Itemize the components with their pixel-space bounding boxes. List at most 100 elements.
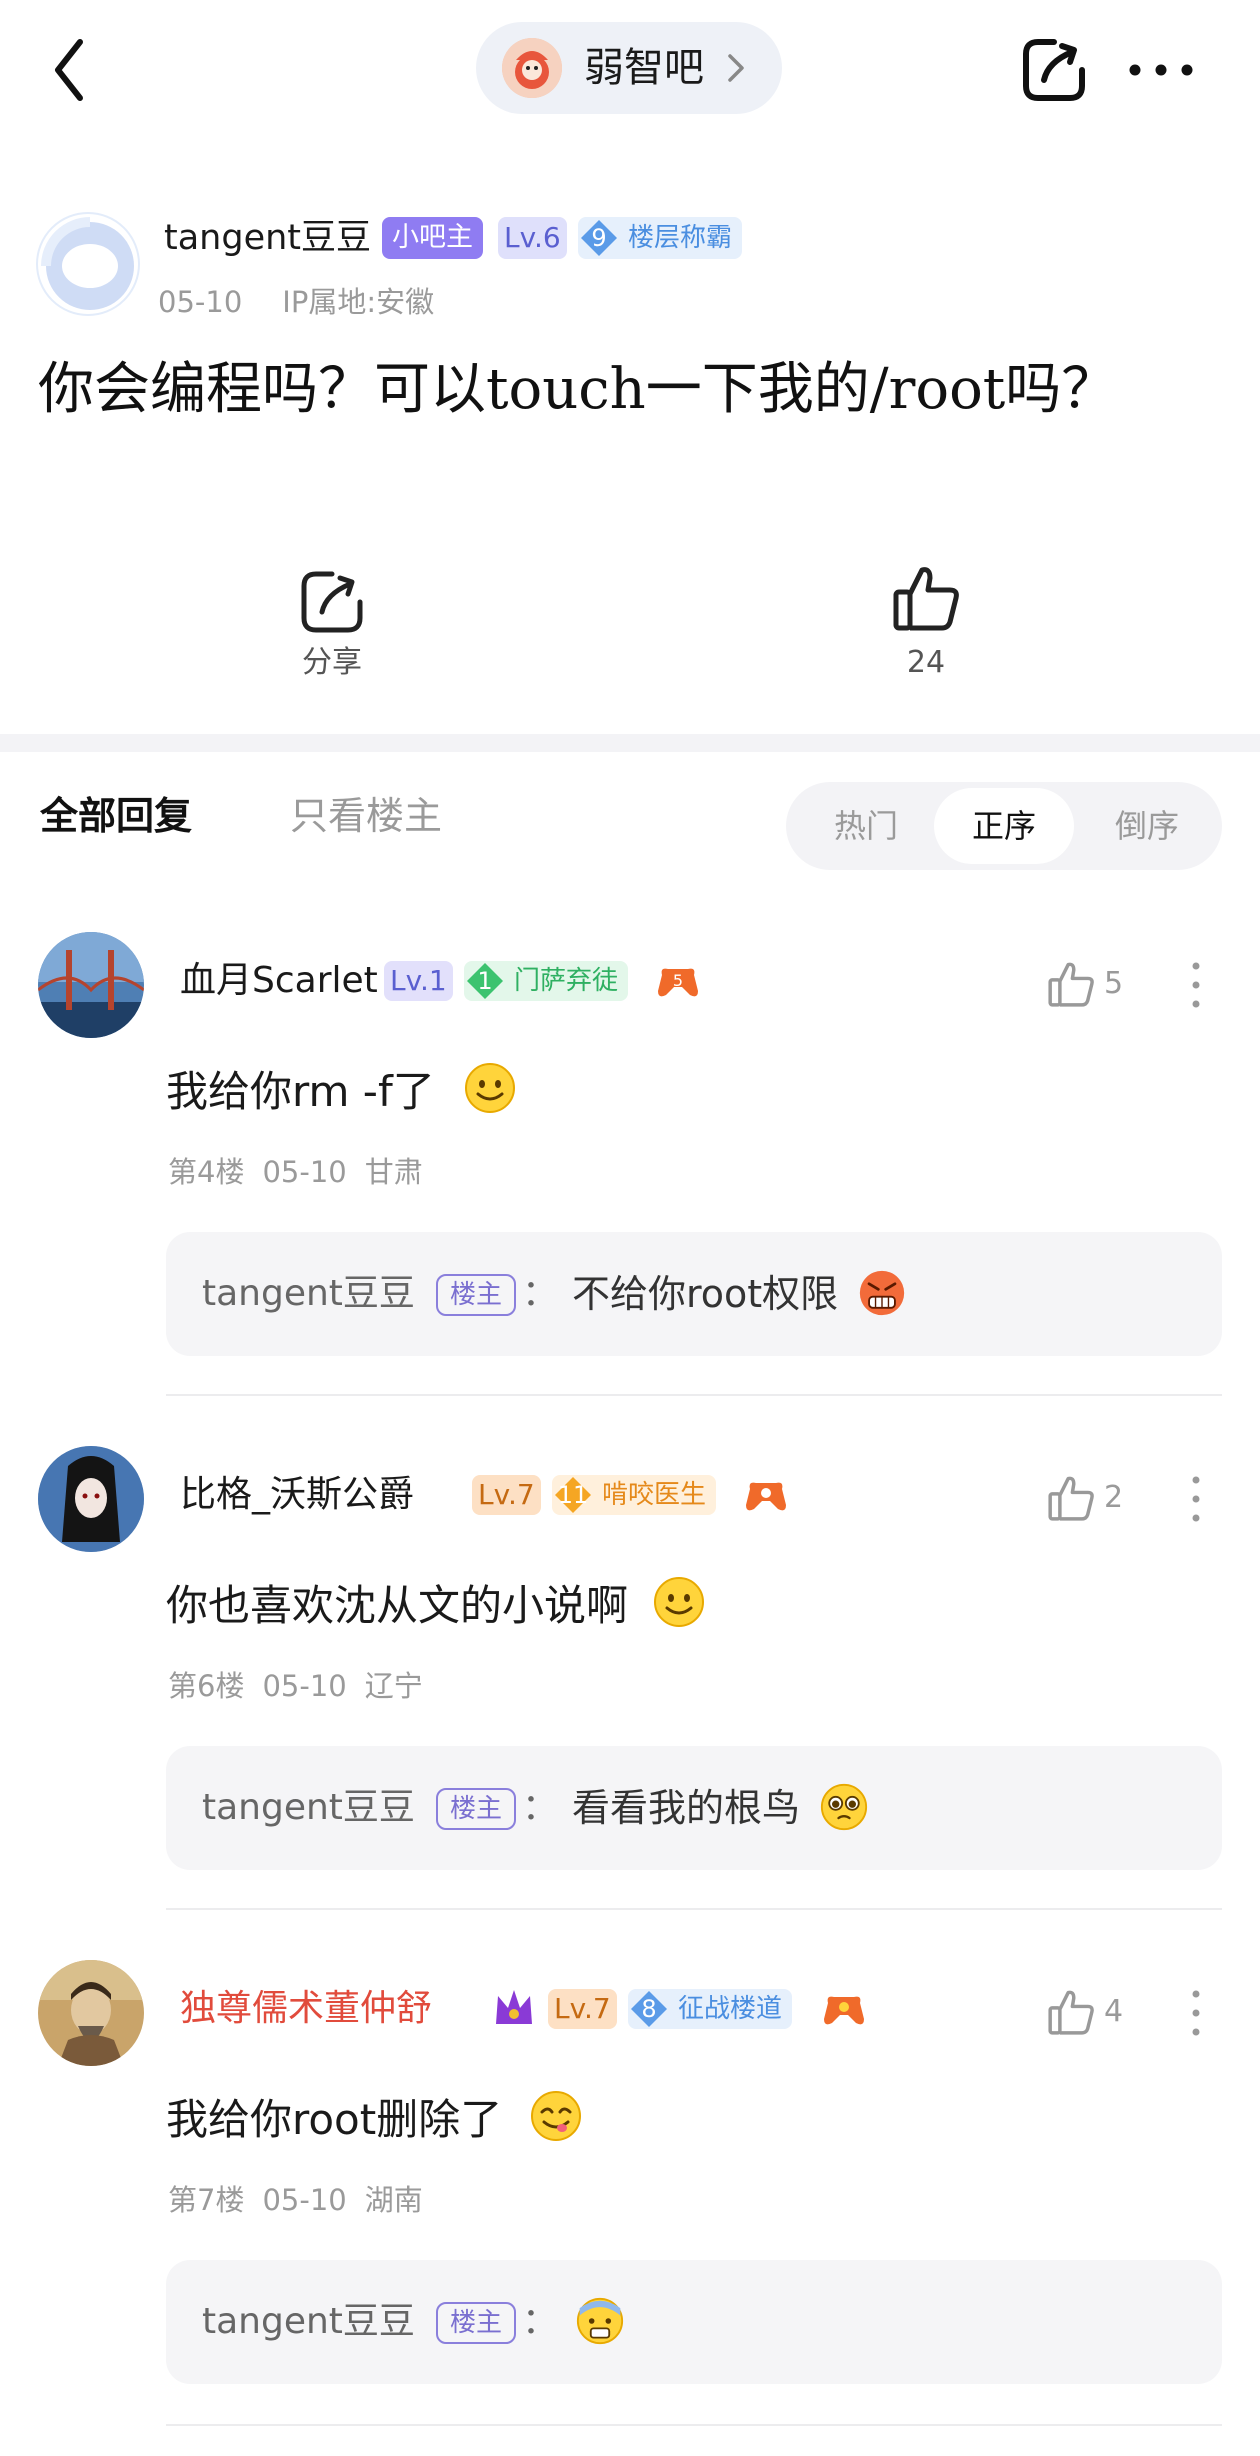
more-vertical-icon[interactable] [1186,1474,1206,1524]
sort-toggle: 热门 正序 倒序 [786,782,1222,870]
honor-badge: 9 楼层称霸 [578,217,743,259]
smile-emoji-icon [465,1063,516,1113]
reply-author[interactable]: tangent豆豆 [202,1782,415,1834]
reply-author[interactable]: tangent豆豆 [202,1268,415,1320]
thumbs-up-icon[interactable] [1046,1470,1096,1526]
commenter-avatar[interactable] [38,1446,144,1552]
floor-number: 第6楼 [168,1669,245,1703]
honor-number: 11 [557,1481,589,1509]
comment-region: 湖南 [364,2183,423,2217]
post-date: 05-10 [158,285,243,319]
honor-badge: 11 啃咬医生 [552,1475,717,1515]
more-vertical-icon[interactable] [1186,1988,1206,2038]
thumbs-up-icon [893,567,959,631]
floor-number: 第7楼 [168,2183,245,2217]
reply-body: 不给你root权限 [572,1272,839,1316]
reply-colon: ： [522,2301,559,2342]
more-dots-icon [1129,64,1193,76]
comment-date: 05-10 [262,1669,347,1703]
sort-desc-button[interactable]: 倒序 [1082,782,1212,870]
share-action-button[interactable] [296,566,368,638]
forum-avatar [502,38,562,98]
share-icon [301,571,363,633]
comment-region: 辽宁 [364,1669,423,1703]
forum-entry[interactable]: 弱智吧 [476,22,782,114]
honor-badge: 1 门萨弃徒 [464,961,629,1001]
honor-title: 楼层称霸 [628,223,733,253]
yum-emoji-icon [530,2091,581,2141]
post-ip: IP属地:安徽 [282,285,435,319]
owner-badge: 楼主 [436,1788,517,1830]
smile-emoji-icon [654,1577,705,1627]
thumbs-up-icon[interactable] [1046,1984,1096,2040]
comment-date: 05-10 [262,1155,347,1189]
honor-number: 9 [591,224,607,252]
comment-text: 我给你root删除了 [166,2090,582,2150]
honor-title: 门萨弃徒 [514,966,619,996]
honor-title: 啃咬医生 [602,1480,707,1510]
like-count: 4 [1104,1994,1124,2029]
comment-divider [166,2424,1222,2426]
more-vertical-icon[interactable] [1186,960,1206,1010]
comment-text: 你也喜欢沈从文的小说啊 [166,1576,705,1636]
author-name[interactable]: tangent豆豆 [164,214,371,262]
top-bar: 弱智吧 [0,0,1260,140]
comment-meta: 第7楼 05-10 湖南 [168,2180,423,2220]
post-meta: 05-10 IP属地:安徽 [158,282,434,322]
share-label: 分享 [302,645,362,680]
sub-reply[interactable]: tangent豆豆 楼主 ： 不给你root权限 [166,1232,1222,1356]
tab-owner-only[interactable]: 只看楼主 [290,790,442,842]
level-badge: Lv.6 [498,217,567,259]
level-badge: Lv.7 [472,1475,541,1515]
comment-meta: 第6楼 05-10 辽宁 [168,1666,423,1706]
angry-emoji-icon [860,1270,905,1316]
author-avatar[interactable] [36,212,140,316]
commenter-avatar[interactable] [38,1960,144,2066]
like-count: 2 [1104,1480,1124,1515]
game-badge-icon [746,1482,786,1511]
game-badge-icon [824,1996,864,2025]
comment-date: 05-10 [262,2183,347,2217]
reply-colon: ： [522,1787,559,1828]
comment-body: 我给你rm -f了 [166,1067,435,1116]
owner-badge: 楼主 [436,1274,517,1316]
sub-reply[interactable]: tangent豆豆 楼主 ： [166,2260,1222,2384]
chevron-left-icon [55,39,83,101]
reply-body: 看看我的根鸟 [572,1786,801,1830]
sub-reply[interactable]: tangent豆豆 楼主 ： 看看我的根鸟 [166,1746,1222,1870]
forum-name: 弱智吧 [584,45,704,91]
more-button[interactable] [1126,50,1196,90]
sort-asc-button[interactable]: 正序 [934,788,1074,864]
commenter-avatar[interactable] [38,932,144,1038]
reply-colon: ： [522,1273,559,1314]
commenter-name[interactable]: 比格_沃斯公爵 [180,1470,414,1520]
honor-badge: 8 征战楼道 [628,1989,793,2029]
reply-text [576,2296,624,2348]
comment-region: 甘肃 [364,1155,423,1189]
comment-body: 我给你root删除了 [166,2095,503,2144]
level-badge: Lv.7 [548,1989,617,2029]
comment-meta: 第4楼 05-10 甘肃 [168,1152,423,1192]
share-icon [1023,39,1085,101]
honor-number: 1 [477,967,493,995]
share-button[interactable] [1018,34,1090,106]
reply-author[interactable]: tangent豆豆 [202,2296,415,2348]
like-count: 5 [1104,966,1124,1001]
comment-text: 我给你rm -f了 [166,1062,516,1122]
like-action-button[interactable] [890,562,962,634]
sort-hot-button[interactable]: 热门 [806,782,926,870]
honor-title: 征战楼道 [678,1994,783,2024]
chevron-right-icon [728,54,744,82]
comment-body: 你也喜欢沈从文的小说啊 [166,1581,629,1630]
thumbs-up-icon[interactable] [1046,956,1096,1012]
commenter-name[interactable]: 血月Scarlet [180,956,378,1006]
honor-number: 8 [641,1995,657,2023]
like-count: 24 [906,645,946,680]
pleading-emoji-icon [821,1783,868,1831]
svg-text:5: 5 [673,971,683,990]
owner-badge: 楼主 [436,2302,517,2344]
back-button[interactable] [40,30,110,110]
admin-badge: 小吧主 [382,217,483,259]
commenter-name[interactable]: 独尊儒术董仲舒 [180,1984,432,2034]
tab-all-replies[interactable]: 全部回复 [40,790,192,842]
